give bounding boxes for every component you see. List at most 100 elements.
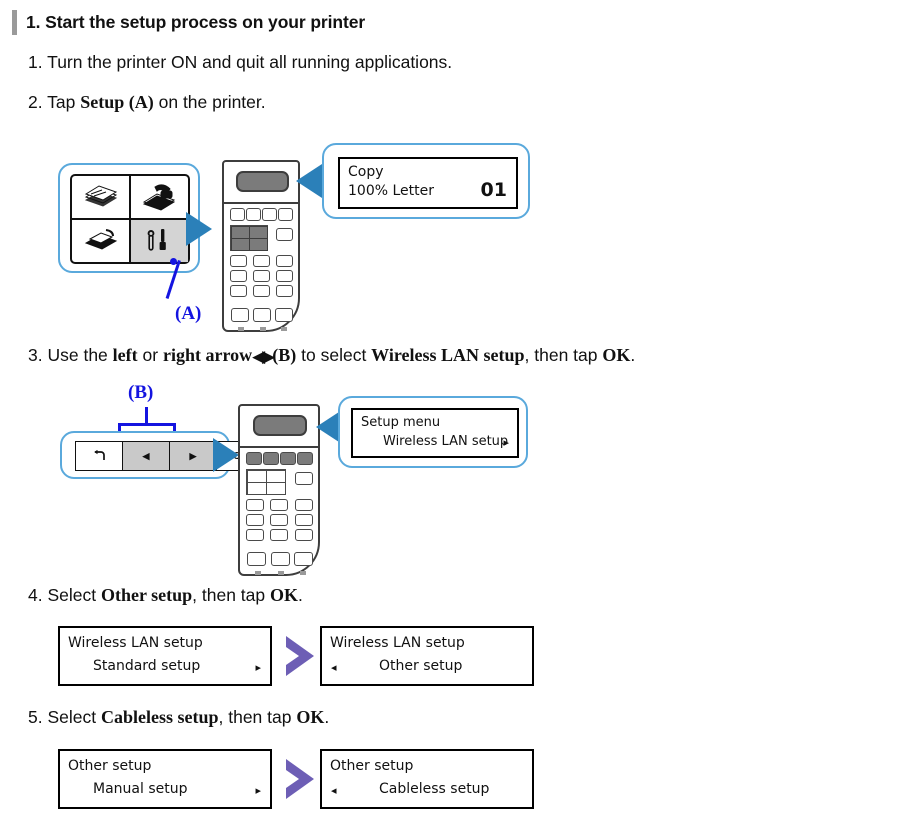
lcd-screen-b: Setup menu Wireless LAN setup ▸ [351,408,519,458]
lcd-a-counter: 01 [480,179,507,201]
side-key-a1[interactable] [276,228,293,241]
step-2-number: 2. [28,92,43,112]
keypad-b-r2c3[interactable] [295,514,313,526]
right-arrow-button[interactable]: ▶ [170,442,217,470]
step-1-number: 1. [28,52,43,72]
panel-foot-a1 [238,327,244,331]
keypad-b-r1c1[interactable] [246,499,264,511]
lcd-callout-a: Copy 100% Letter 01 [322,143,530,219]
bottom-key-b1[interactable] [247,552,266,566]
lcd-b-line2: Wireless LAN setup [383,434,509,449]
step4-screen-after: Wireless LAN setup ◂ Other setup [320,626,534,686]
keypad-a-r2c2[interactable] [253,270,270,282]
step4-after-line1: Wireless LAN setup [330,635,465,651]
step-4: 4. Select Other setup, then tap OK. [28,585,303,606]
fn-key-b1[interactable] [246,452,262,465]
step4-transition-arrow [286,636,314,676]
back-button[interactable] [76,442,123,470]
right-arrow-glyph: ▶ [189,450,197,461]
panel-divider-b [240,446,318,448]
bottom-key-b3[interactable] [294,552,313,566]
step5-before-caret: ▸ [255,784,261,797]
step-3-number: 3. [28,345,43,365]
step5-transition-arrow [286,759,314,799]
panel-foot-a2 [260,327,266,331]
keypad-a-r1c1[interactable] [230,255,247,267]
section-heading: 1. Start the setup process on your print… [12,10,365,35]
step-3: 3. Use the left or right arrow ◀▶ (B) to… [28,345,635,367]
keypad-a-r1c2[interactable] [253,255,270,267]
fn-key-1[interactable] [230,208,245,221]
keypad-b-r2c1[interactable] [246,514,264,526]
bottom-key-a1[interactable] [231,308,249,322]
pointer-arrow-to-panel [186,212,212,246]
mode-grid-b[interactable] [246,469,286,495]
printer-control-panel-b [238,404,320,576]
step-3-text: Use the left or right arrow ◀▶ (B) to se… [47,345,636,366]
lcd-b-caret-right: ▸ [503,436,509,449]
lcd-b-line1: Setup menu [361,415,441,430]
bottom-key-a3[interactable] [275,308,293,322]
panel-foot-b3 [300,571,306,575]
callout-a-label: (A) [175,303,202,324]
keypad-b-r2c2[interactable] [270,514,288,526]
scan-icon[interactable] [72,219,130,262]
bottom-key-b2[interactable] [271,552,290,566]
keypad-a-r2c1[interactable] [230,270,247,282]
fn-key-3[interactable] [262,208,277,221]
keypad-a-r3c1[interactable] [230,285,247,297]
keypad-b-r3c1[interactable] [246,529,264,541]
lcd-screen-a: Copy 100% Letter 01 [338,157,518,209]
step5-after-line1: Other setup [330,758,414,774]
step-5-text: Select Cableless setup, then tap OK. [47,707,330,727]
copy-icon[interactable] [72,176,130,219]
bottom-key-a2[interactable] [253,308,271,322]
pointer-arrow-to-panel-b [213,438,239,472]
step4-before-caret: ▸ [255,661,261,674]
fax-icon[interactable] [131,176,188,219]
panel-divider-a [224,202,298,204]
keypad-b-r1c3[interactable] [295,499,313,511]
step4-before-line1: Wireless LAN setup [68,635,203,651]
fn-key-b4[interactable] [297,452,313,465]
step4-screen-before: Wireless LAN setup Standard setup ▸ [58,626,272,686]
panel-foot-b1 [255,571,261,575]
fn-key-b3[interactable] [280,452,296,465]
keypad-b-r3c2[interactable] [270,529,288,541]
lcd-a-line2: 100% Letter [348,183,434,199]
arrow-keys-callout: ◀ ▶ OK [60,431,265,479]
fn-key-b2[interactable] [263,452,279,465]
fn-key-4[interactable] [278,208,293,221]
fn-key-2[interactable] [246,208,261,221]
step4-before-line2: Standard setup [93,658,201,674]
step-4-number: 4. [28,585,43,605]
step5-screen-after: Other setup ◂ Cableless setup [320,749,534,809]
setup-tools-icon[interactable] [131,219,188,262]
inline-arrow-glyphs: ◀▶ [252,347,275,366]
keypad-a-r3c3[interactable] [276,285,293,297]
menu-icon-grid [70,174,190,264]
lcd-callout-b: Setup menu Wireless LAN setup ▸ [338,396,528,468]
step-4-text: Select Other setup, then tap OK. [47,585,303,605]
step-1-text: Turn the printer ON and quit all running… [47,52,453,72]
printer-control-panel-a [222,160,300,332]
step-5-number: 5. [28,707,43,727]
mode-grid-a[interactable] [230,225,268,251]
left-arrow-button[interactable]: ◀ [123,442,170,470]
step4-after-line2: Other setup [379,658,463,674]
callout-b-bracket [118,423,175,426]
step4-after-caret: ◂ [331,661,337,674]
keypad-a-r2c3[interactable] [276,270,293,282]
side-key-b1[interactable] [295,472,313,485]
step5-after-line2: Cableless setup [379,781,490,797]
keypad-b-r1c2[interactable] [270,499,288,511]
panel-foot-b2 [278,571,284,575]
step5-screen-before: Other setup Manual setup ▸ [58,749,272,809]
printer-lcd-a [236,171,289,192]
keypad-a-r1c3[interactable] [276,255,293,267]
keypad-a-r3c2[interactable] [253,285,270,297]
step-2-text: Tap Setup (A) on the printer. [47,92,266,112]
pointer-arrow-to-lcd-a [296,164,322,198]
keypad-b-r3c3[interactable] [295,529,313,541]
step5-before-line1: Other setup [68,758,152,774]
